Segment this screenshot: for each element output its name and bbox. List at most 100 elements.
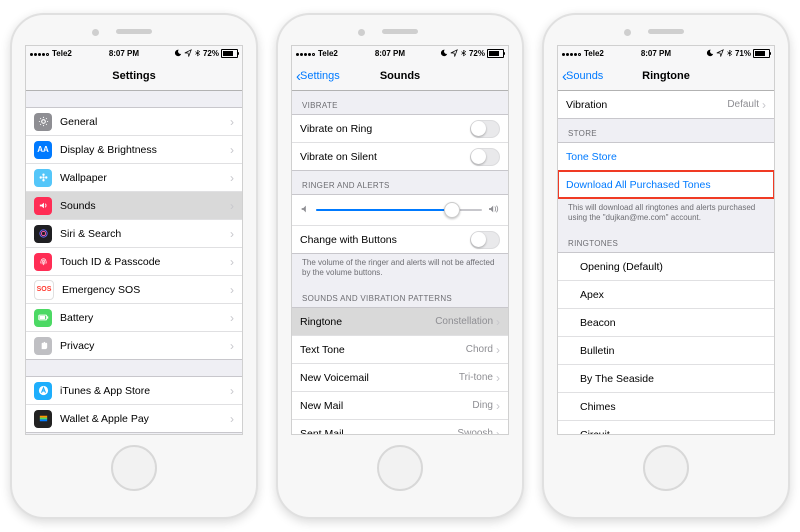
toggle[interactable] bbox=[470, 231, 500, 249]
screen: Tele2 8:07 PM 72% ‹ Settings Sounds bbox=[291, 45, 509, 435]
row-newmail[interactable]: New MailDing› bbox=[292, 392, 508, 420]
row-apex[interactable]: Apex bbox=[558, 281, 774, 309]
ringer-volume-slider[interactable] bbox=[292, 195, 508, 226]
home-button[interactable] bbox=[643, 445, 689, 491]
change-with-buttons-row[interactable]: Change with Buttons bbox=[292, 226, 508, 253]
group-store: iTunes & App Store›Wallet & Apple Pay› bbox=[26, 376, 242, 433]
chevron-right-icon: › bbox=[496, 371, 500, 385]
vibration-row[interactable]: Vibration Default › bbox=[558, 91, 774, 118]
chevron-right-icon: › bbox=[230, 171, 234, 185]
row-texttone[interactable]: Text ToneChord› bbox=[292, 336, 508, 364]
sounds-icon bbox=[34, 197, 52, 215]
bluetooth-icon bbox=[726, 49, 733, 59]
chevron-right-icon: › bbox=[230, 143, 234, 157]
status-bar: Tele2 8:07 PM 72% bbox=[292, 46, 508, 62]
row-seaside[interactable]: By The Seaside bbox=[558, 365, 774, 393]
row-detail: Chord bbox=[466, 344, 493, 355]
row-label: Ringtone bbox=[300, 316, 435, 328]
row-beacon[interactable]: Beacon bbox=[558, 309, 774, 337]
siri-icon bbox=[34, 225, 52, 243]
chevron-right-icon: › bbox=[230, 311, 234, 325]
itunes-icon bbox=[34, 382, 52, 400]
speaker-grille bbox=[382, 29, 418, 34]
front-camera bbox=[624, 29, 631, 36]
header-ringtones: Ringtones bbox=[558, 229, 774, 252]
row-vibrate-silent[interactable]: Vibrate on Silent bbox=[292, 143, 508, 170]
row-detail: Tri-tone bbox=[459, 372, 493, 383]
speaker-grille bbox=[116, 29, 152, 34]
volume-low-icon bbox=[300, 204, 310, 217]
row-label: Tone Store bbox=[566, 151, 766, 163]
chevron-right-icon: › bbox=[496, 399, 500, 413]
nav-bar: ‹ Sounds Ringtone bbox=[558, 62, 774, 91]
row-circuit[interactable]: Circuit bbox=[558, 421, 774, 434]
toggle[interactable] bbox=[470, 120, 500, 138]
row-chimes[interactable]: Chimes bbox=[558, 393, 774, 421]
home-button[interactable] bbox=[377, 445, 423, 491]
header-patterns: Sounds and Vibration Patterns bbox=[292, 284, 508, 307]
row-bulletin[interactable]: Bulletin bbox=[558, 337, 774, 365]
header-store: Store bbox=[558, 119, 774, 142]
moon-icon bbox=[706, 49, 714, 59]
row-sounds[interactable]: Sounds› bbox=[26, 192, 242, 220]
row-voicemail[interactable]: New VoicemailTri-tone› bbox=[292, 364, 508, 392]
row-label: Battery bbox=[60, 312, 230, 324]
signal-dots-icon bbox=[30, 49, 50, 58]
sounds-list[interactable]: Vibrate Vibrate on RingVibrate on Silent… bbox=[292, 91, 508, 434]
row-opening[interactable]: Opening (Default) bbox=[558, 253, 774, 281]
row-display[interactable]: AADisplay & Brightness› bbox=[26, 136, 242, 164]
back-button[interactable]: ‹ Sounds bbox=[562, 62, 603, 90]
back-label: Sounds bbox=[566, 70, 603, 82]
back-label: Settings bbox=[300, 70, 340, 82]
location-icon bbox=[450, 49, 458, 59]
row-label: Sent Mail bbox=[300, 428, 457, 435]
wallet-icon bbox=[34, 410, 52, 428]
row-privacy[interactable]: Privacy› bbox=[26, 332, 242, 359]
chevron-right-icon: › bbox=[496, 343, 500, 357]
row-label: Wallpaper bbox=[60, 172, 230, 184]
chevron-right-icon: › bbox=[230, 283, 234, 297]
volume-high-icon bbox=[488, 204, 500, 217]
row-tone-store[interactable]: Tone Store bbox=[558, 143, 774, 171]
row-sentmail[interactable]: Sent MailSwoosh› bbox=[292, 420, 508, 434]
toggle[interactable] bbox=[470, 148, 500, 166]
row-detail: Constellation bbox=[435, 316, 493, 327]
row-download-all[interactable]: Download All Purchased Tones bbox=[558, 171, 774, 198]
row-label: Emergency SOS bbox=[62, 284, 230, 296]
row-general[interactable]: General› bbox=[26, 108, 242, 136]
row-ringtone[interactable]: RingtoneConstellation› bbox=[292, 308, 508, 336]
status-bar: Tele2 8:07 PM 72% bbox=[26, 46, 242, 62]
general-icon bbox=[34, 113, 52, 131]
privacy-icon bbox=[34, 337, 52, 355]
status-bar: Tele2 8:07 PM 71% bbox=[558, 46, 774, 62]
back-button[interactable]: ‹ Settings bbox=[296, 62, 340, 90]
row-vibrate-ring[interactable]: Vibrate on Ring bbox=[292, 115, 508, 143]
ringtone-list[interactable]: Vibration Default › Store Tone Store Down… bbox=[558, 91, 774, 434]
row-label: Chimes bbox=[580, 401, 766, 413]
footer-ringer: The volume of the ringer and alerts will… bbox=[292, 254, 508, 284]
carrier-label: Tele2 bbox=[318, 49, 338, 58]
row-wallet[interactable]: Wallet & Apple Pay› bbox=[26, 405, 242, 432]
home-button[interactable] bbox=[111, 445, 157, 491]
settings-list[interactable]: General›AADisplay & Brightness›Wallpaper… bbox=[26, 91, 242, 434]
slider-track[interactable] bbox=[316, 209, 482, 211]
row-siri[interactable]: Siri & Search› bbox=[26, 220, 242, 248]
row-wallpaper[interactable]: Wallpaper› bbox=[26, 164, 242, 192]
row-label: Sounds bbox=[60, 200, 230, 212]
row-battery[interactable]: Battery› bbox=[26, 304, 242, 332]
battery-icon bbox=[753, 49, 770, 58]
row-touchid[interactable]: Touch ID & Passcode› bbox=[26, 248, 242, 276]
carrier-label: Tele2 bbox=[584, 49, 604, 58]
row-itunes[interactable]: iTunes & App Store› bbox=[26, 377, 242, 405]
row-detail: Default bbox=[727, 99, 759, 110]
carrier-label: Tele2 bbox=[52, 49, 72, 58]
battery-pct: 72% bbox=[203, 49, 219, 58]
row-sos[interactable]: SOSEmergency SOS› bbox=[26, 276, 242, 304]
location-icon bbox=[184, 49, 192, 59]
battery-icon bbox=[221, 49, 238, 58]
signal-dots-icon bbox=[296, 49, 316, 58]
battery-icon bbox=[34, 309, 52, 327]
battery-pct: 71% bbox=[735, 49, 751, 58]
row-label: Vibrate on Silent bbox=[300, 151, 470, 163]
row-label: Vibration bbox=[566, 99, 727, 111]
